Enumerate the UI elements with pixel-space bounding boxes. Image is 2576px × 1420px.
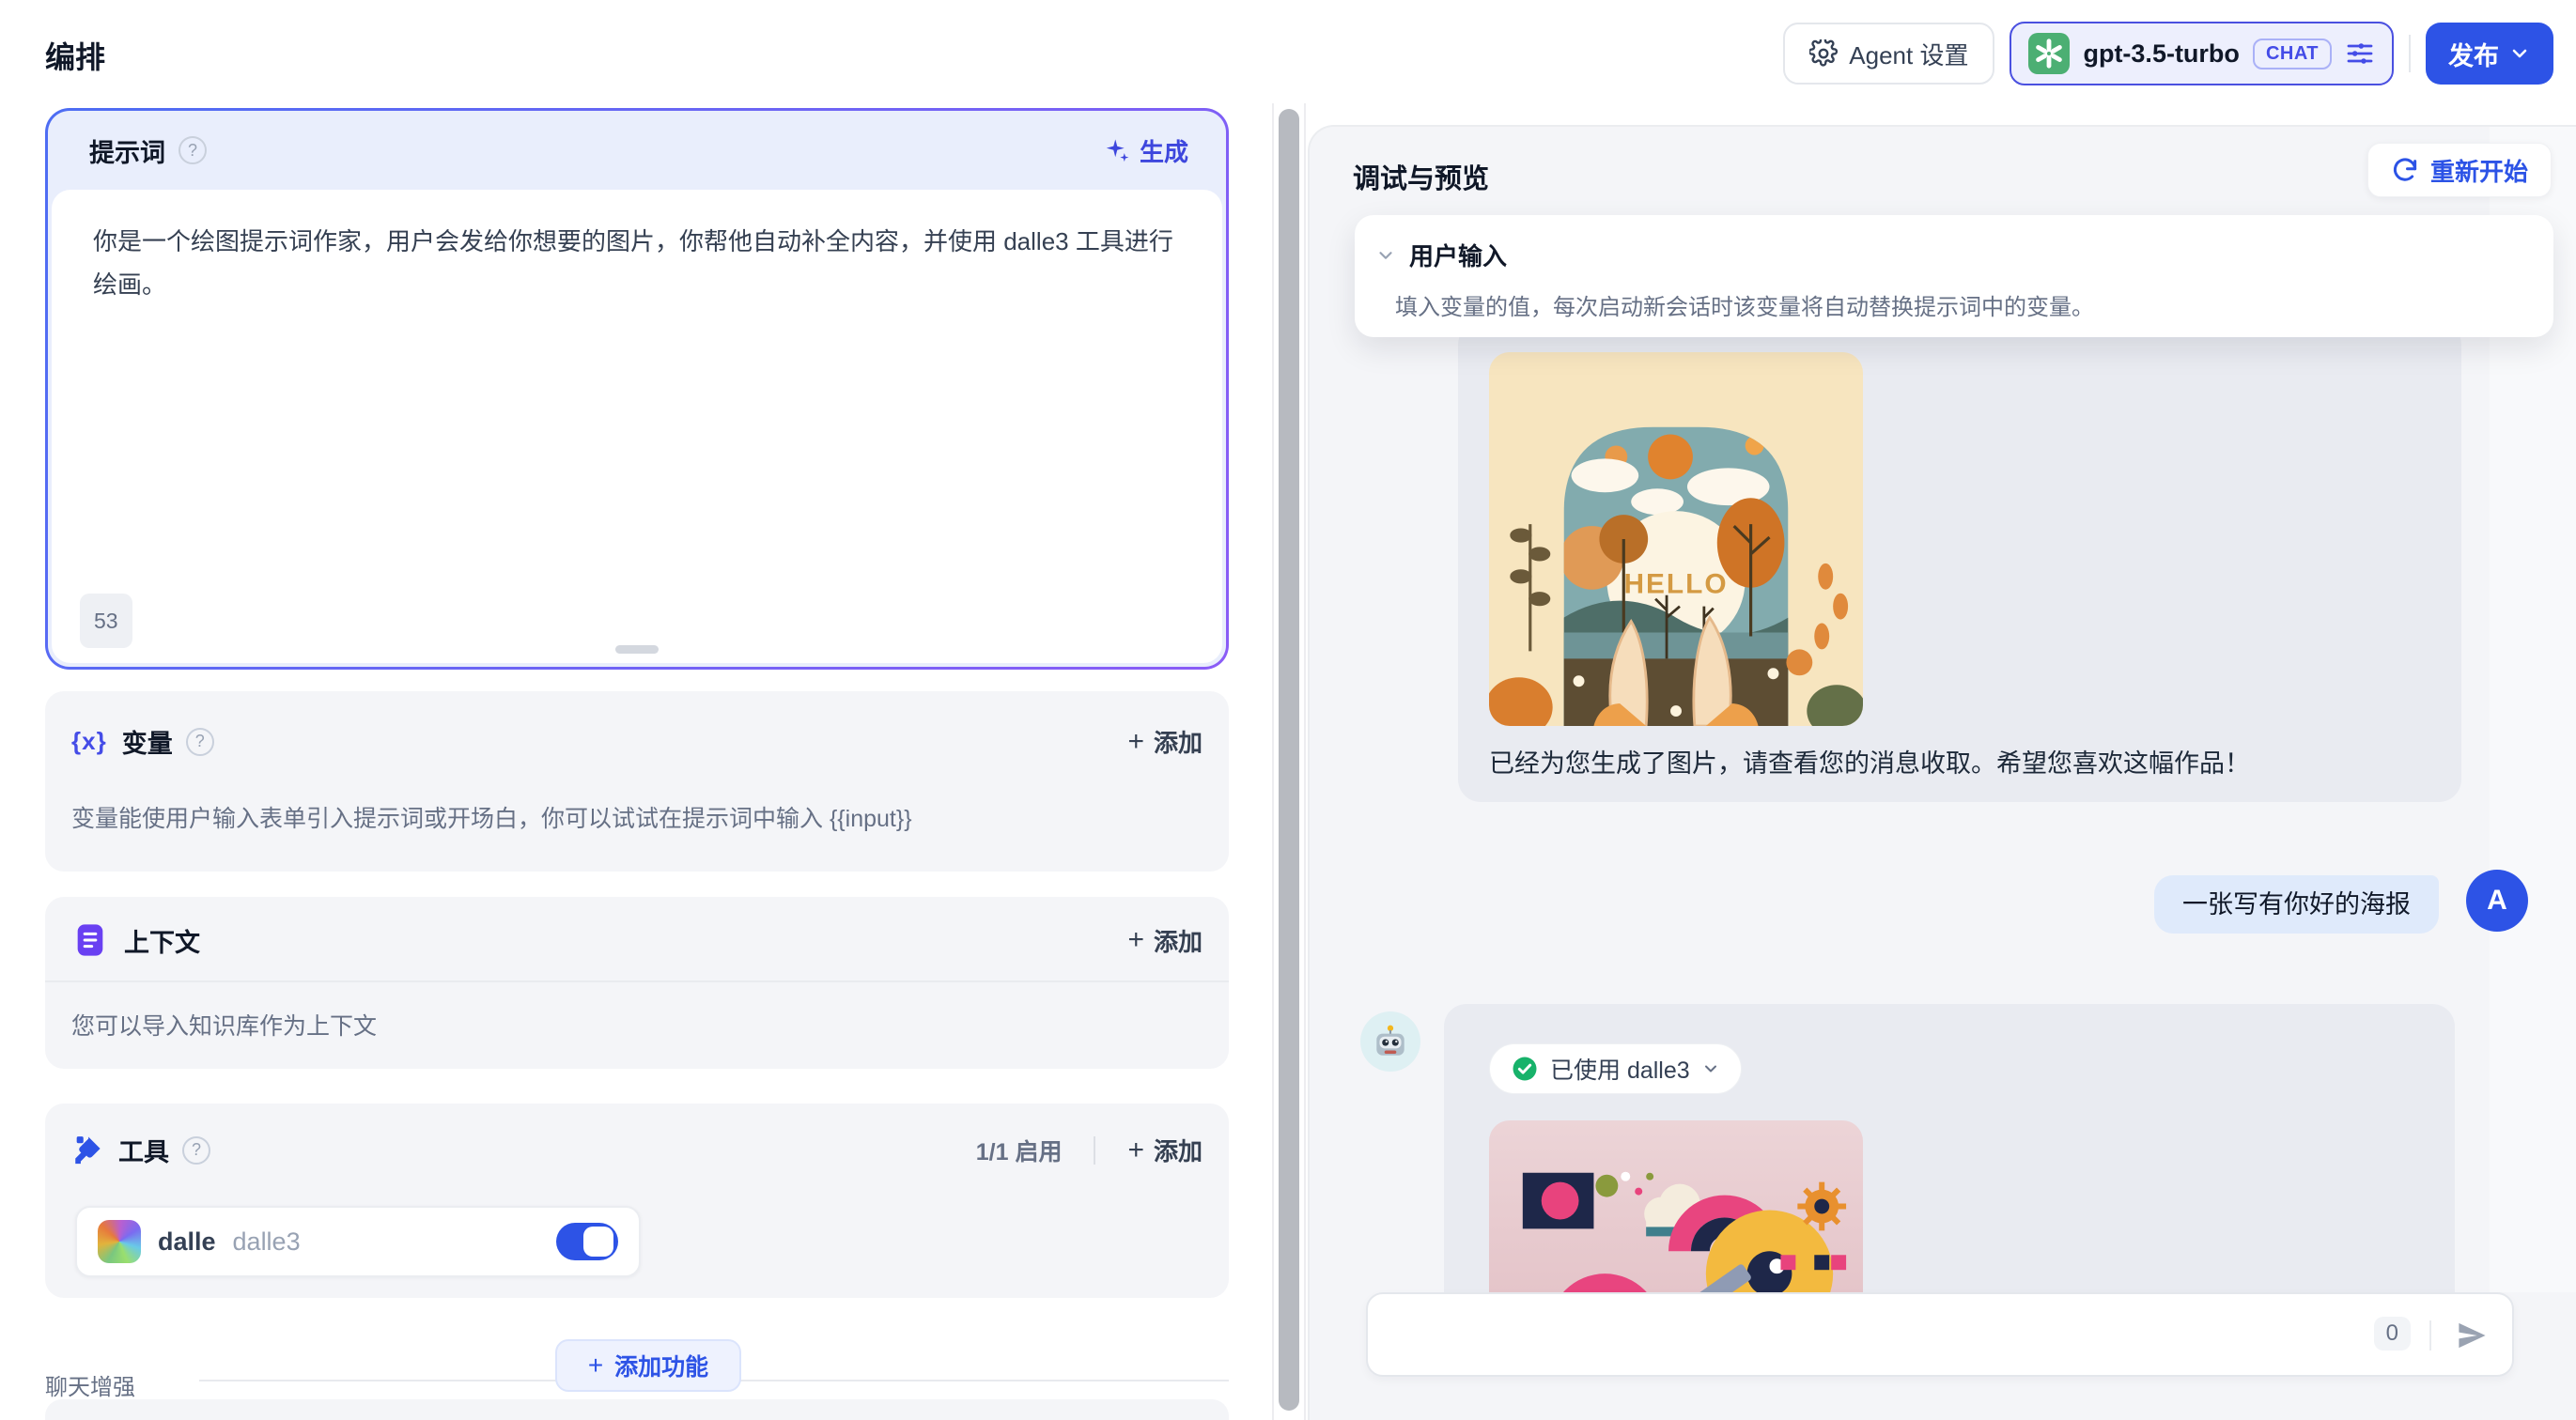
tool-item-dalle[interactable]: dalle dalle3 [75, 1206, 641, 1277]
dalle-icon [98, 1220, 141, 1263]
debug-title: 调试与预览 [1353, 157, 1489, 196]
top-header: 编排 Agent 设置 gpt-3.5-turbo CHAT 发布 [0, 0, 2576, 108]
user-message: 一张写有你好的海报 [2154, 875, 2439, 934]
assistant-message: HELLO [1458, 322, 2461, 802]
chevron-down-icon [2508, 42, 2531, 65]
divider [45, 980, 1229, 982]
add-feature-label: 添加功能 [614, 1349, 708, 1382]
chevron-down-icon [1701, 1059, 1720, 1078]
prompt-card-header: 提示词 ? 生成 [48, 111, 1226, 190]
variable-icon: {x} [71, 727, 107, 756]
tools-enabled-count: 1/1 启用 [976, 1134, 1063, 1167]
tool-label: dalle3 [233, 1227, 301, 1257]
user-input-header[interactable]: 用户输入 [1375, 238, 1507, 272]
assistant-avatar [1360, 1011, 1420, 1072]
model-selector[interactable]: gpt-3.5-turbo CHAT [2010, 22, 2394, 85]
chat-input[interactable] [1390, 1302, 2330, 1367]
check-circle-icon [1511, 1055, 1539, 1083]
debug-preview-panel: 调试与预览 重新开始 [1308, 125, 2576, 1420]
prompt-text: 你是一个绘图提示词作家，用户会发给你想要的图片，你帮他自动补全内容，并使用 da… [93, 227, 1173, 299]
tool-name: dalle [158, 1227, 216, 1257]
add-tool-button[interactable]: + 添加 [1127, 1133, 1203, 1167]
tool-used-badge[interactable]: 已使用 dalle3 [1489, 1043, 1742, 1094]
variables-title: 变量 [122, 723, 173, 760]
prompt-card: 提示词 ? 生成 你是一个绘图提示词作家，用户会发给你想要的图片，你帮他自动补全… [45, 108, 1229, 670]
plus-icon: + [1127, 924, 1144, 956]
user-input-card: 用户输入 填入变量的值，每次启动新会话时该变量将自动替换提示词中的变量。 [1355, 215, 2553, 337]
add-variable-button[interactable]: + 添加 [1127, 724, 1203, 759]
add-context-label: 添加 [1154, 923, 1203, 958]
char-count-badge: 53 [80, 594, 132, 648]
variables-description: 变量能使用户输入表单引入提示词或开场白，你可以试试在提示词中输入 {{input… [71, 800, 912, 834]
prompt-textarea[interactable]: 你是一个绘图提示词作家，用户会发给你想要的图片，你帮他自动补全内容，并使用 da… [52, 190, 1222, 663]
generate-button[interactable]: 生成 [1104, 133, 1188, 168]
add-variable-label: 添加 [1154, 724, 1203, 759]
generated-image-autumn[interactable]: HELLO [1489, 352, 1863, 726]
context-header: 上下文 + 添加 [71, 921, 1203, 959]
document-icon [71, 921, 109, 959]
variables-card: {x} 变量 ? + 添加 变量能使用户输入表单引入提示词或开场白，你可以试试在… [45, 691, 1229, 872]
next-section-card-edge [45, 1399, 1229, 1420]
resize-handle[interactable] [615, 645, 659, 654]
agent-settings-label: Agent 设置 [1849, 37, 1968, 71]
user-avatar: A [2466, 870, 2528, 932]
agent-settings-button[interactable]: Agent 设置 [1783, 23, 1994, 85]
help-icon[interactable]: ? [178, 136, 207, 164]
context-card: 上下文 + 添加 您可以导入知识库作为上下文 [45, 897, 1229, 1069]
sparkle-icon [1104, 137, 1130, 163]
add-feature-button[interactable]: + 添加功能 [555, 1339, 741, 1392]
send-button[interactable] [2454, 1318, 2490, 1353]
tool-toggle[interactable] [556, 1223, 618, 1260]
refresh-icon [2391, 156, 2419, 184]
tools-card: 工具 ? 1/1 启用 + 添加 dalle dalle3 [45, 1104, 1229, 1298]
page-title: 编排 [45, 34, 105, 77]
model-type-badge: CHAT [2253, 39, 2332, 69]
model-name: gpt-3.5-turbo [2083, 39, 2239, 69]
scrollbar-gutter [1272, 103, 1306, 1420]
plus-icon: + [1127, 726, 1144, 758]
help-icon[interactable]: ? [182, 1136, 210, 1165]
user-input-title: 用户输入 [1409, 238, 1507, 272]
tool-used-label: 已使用 dalle3 [1550, 1052, 1690, 1086]
header-divider [2409, 35, 2411, 72]
toggle-knob [583, 1227, 613, 1257]
prompt-card-inner: 提示词 ? 生成 你是一个绘图提示词作家，用户会发给你想要的图片，你帮他自动补全… [48, 111, 1226, 667]
tools-header-right: 1/1 启用 + 添加 [976, 1133, 1203, 1167]
tool-icon [71, 1134, 103, 1166]
add-context-button[interactable]: + 添加 [1127, 923, 1203, 958]
context-title: 上下文 [124, 922, 200, 959]
assistant-message-text: 已经为您生成了图片，请查看您的消息收取。希望您喜欢这幅作品！ [1489, 743, 2250, 779]
restart-button[interactable]: 重新开始 [2367, 143, 2552, 197]
chevron-down-icon [1375, 245, 1396, 266]
plus-icon: + [588, 1351, 603, 1381]
divider [2429, 1320, 2431, 1351]
user-input-description: 填入变量的值，每次启动新会话时该变量将自动替换提示词中的变量。 [1395, 288, 2094, 321]
tools-title: 工具 [118, 1132, 169, 1168]
chat-input-box: 0 [1366, 1292, 2514, 1377]
prompt-title: 提示词 [89, 132, 165, 169]
header-actions: Agent 设置 gpt-3.5-turbo CHAT 发布 [1783, 22, 2553, 85]
publish-label: 发布 [2448, 36, 2499, 72]
input-char-count: 0 [2374, 1317, 2411, 1351]
scrollbar-thumb[interactable] [1279, 109, 1299, 1411]
robot-icon [1371, 1022, 1410, 1061]
plus-icon: + [1127, 1134, 1144, 1166]
add-tool-label: 添加 [1154, 1133, 1203, 1167]
restart-label: 重新开始 [2430, 153, 2528, 188]
app-root: 编排 Agent 设置 gpt-3.5-turbo CHAT 发布 [0, 0, 2576, 1420]
sliders-icon [2345, 39, 2375, 69]
variables-header: {x} 变量 ? + 添加 [71, 723, 1203, 760]
publish-button[interactable]: 发布 [2426, 23, 2553, 85]
tools-header: 工具 ? 1/1 启用 + 添加 [71, 1132, 1203, 1168]
image-text: HELLO [1623, 569, 1728, 600]
chat-input-area: 0 [1310, 1292, 2576, 1420]
openai-icon [2028, 33, 2070, 74]
context-description: 您可以导入知识库作为上下文 [71, 1008, 377, 1042]
gear-icon [1809, 39, 1838, 68]
help-icon[interactable]: ? [186, 728, 214, 756]
chat-enhance-label: 聊天增强 [45, 1368, 135, 1401]
divider [1094, 1136, 1095, 1165]
generate-label: 生成 [1140, 133, 1188, 168]
